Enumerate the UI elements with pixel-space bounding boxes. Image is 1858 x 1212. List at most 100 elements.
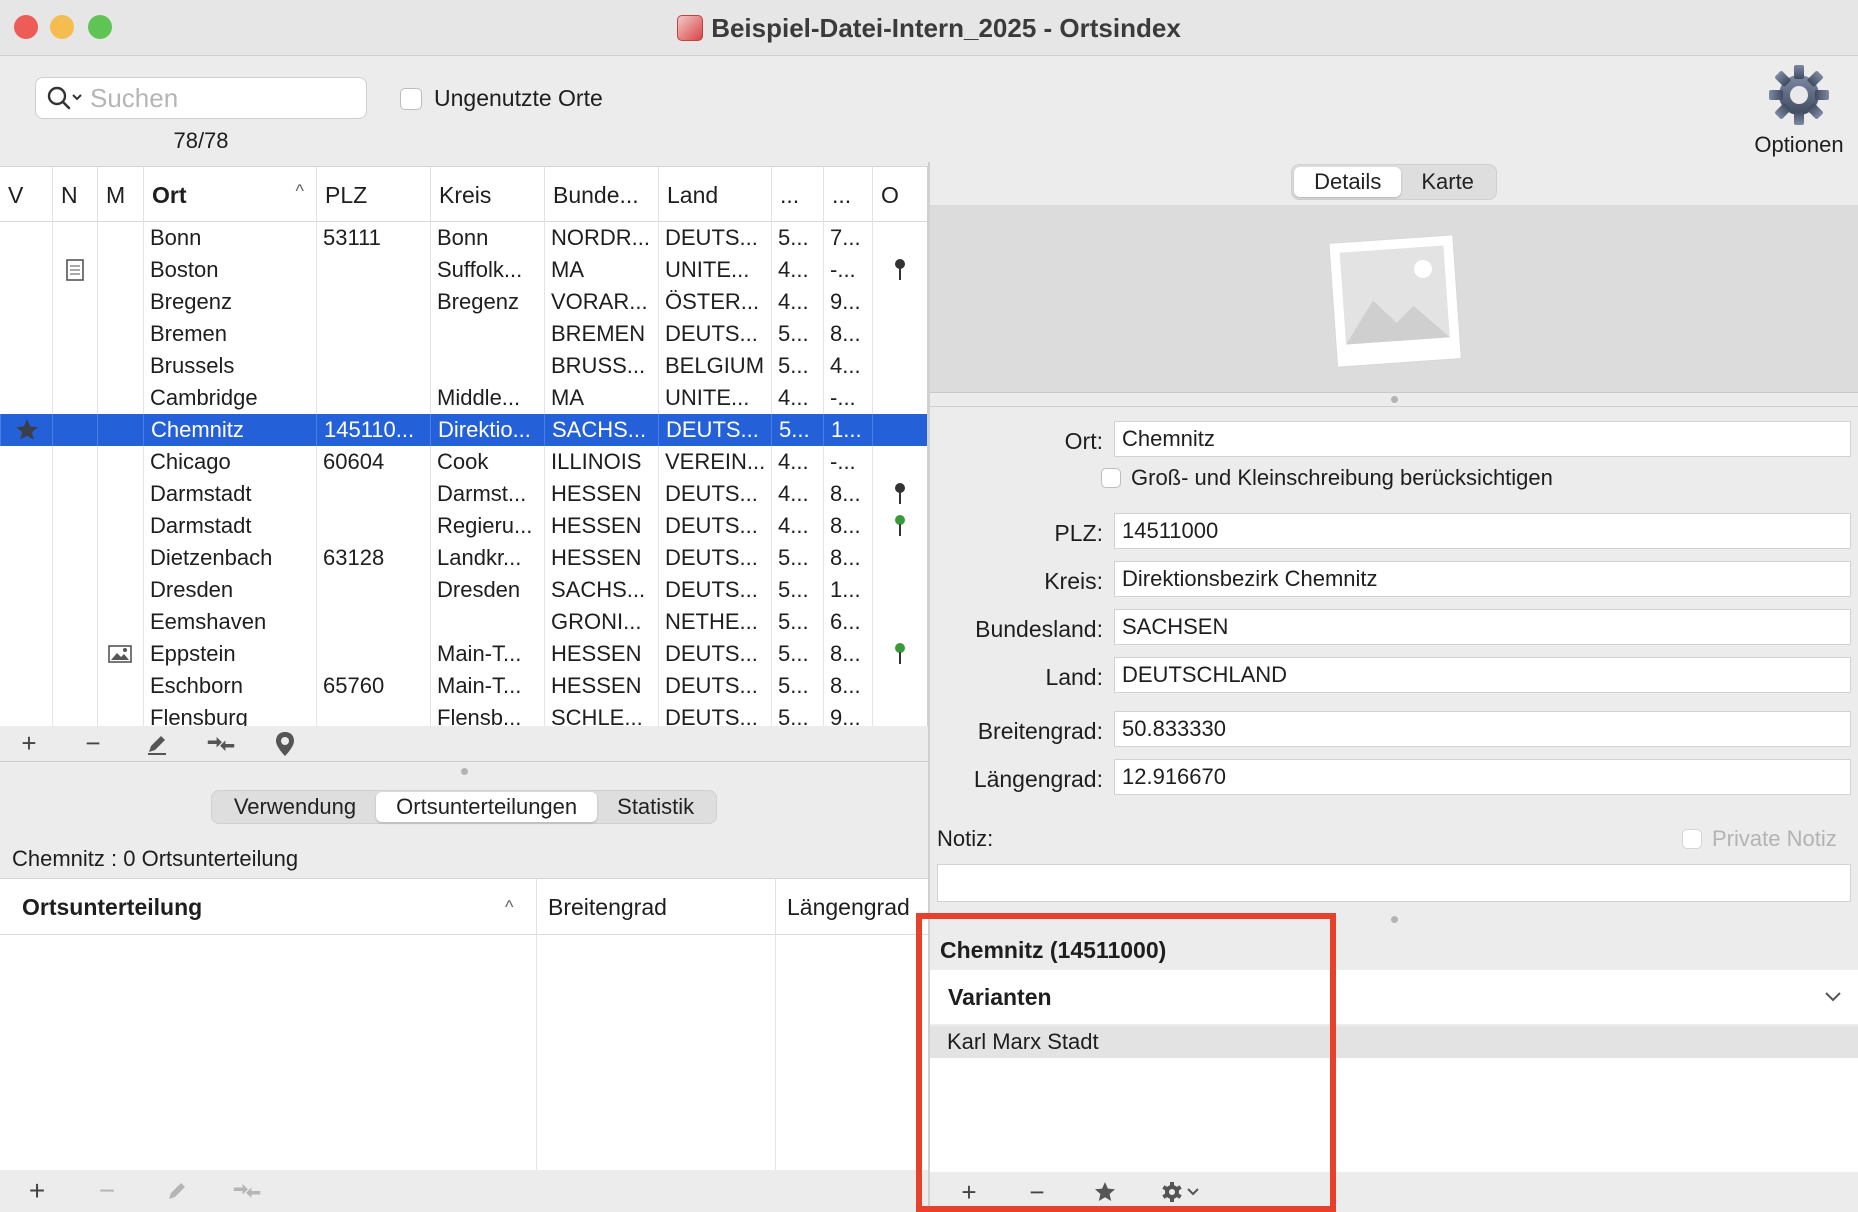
cell-kreis: Main-T... (437, 673, 522, 698)
table-row[interactable]: Chemnitz 145110... Direktio... SACHS... DEUT… (0, 414, 927, 446)
tab-karte[interactable]: Karte (1401, 167, 1494, 197)
table-row[interactable]: Flensburg Flensb... SCHLE... DEUTS... 5... 9.… (0, 702, 927, 726)
add-subdivision-button[interactable]: + (22, 1175, 52, 1206)
variant-item[interactable]: Karl Marx Stadt (930, 1026, 1858, 1058)
search-field[interactable] (35, 77, 367, 119)
add-variant-button[interactable]: + (954, 1177, 984, 1207)
locate-place-button[interactable] (270, 729, 300, 759)
col-ort-header[interactable]: Ort ^ (143, 167, 316, 223)
variant-actions-menu[interactable] (1158, 1177, 1206, 1207)
variants-header[interactable]: Varianten (930, 970, 1858, 1024)
table-row[interactable]: Darmstadt Darmst... HESSEN DEUTS... 4... 8... (0, 478, 927, 510)
pencil-icon (148, 735, 166, 755)
merge-subdivision-button[interactable] (232, 1176, 262, 1206)
cell-c2: 1... (823, 414, 872, 446)
cell-plz (316, 606, 430, 638)
cell-v (0, 606, 52, 638)
cell-n (52, 254, 97, 286)
cell-bundesland: VORAR... (551, 289, 648, 314)
variants-toolbar: + − (930, 1172, 1858, 1212)
table-row[interactable]: Eppstein Main-T... HESSEN DEUTS... 5... 8... (0, 638, 927, 670)
private-note-checkbox[interactable] (1682, 829, 1702, 849)
table-row[interactable]: Boston Suffolk... MA UNITE... 4... -... (0, 254, 927, 286)
star-icon (14, 417, 40, 443)
search-input[interactable] (90, 82, 340, 114)
land-field[interactable]: DEUTSCHLAND (1114, 657, 1851, 693)
cell-c2: 8... (830, 641, 861, 666)
tab-ortsunterteilungen[interactable]: Ortsunterteilungen (376, 792, 598, 822)
chevron-down-icon[interactable] (1824, 991, 1842, 1003)
plz-field[interactable]: 14511000 (1114, 513, 1851, 549)
cell-c2: 4... (830, 353, 861, 378)
col-more-2-header[interactable]: ... (823, 167, 872, 223)
breitengrad-field[interactable]: 50.833330 (1114, 711, 1851, 747)
cell-kreis: Bregenz (437, 289, 519, 314)
subdivision-table[interactable]: Ortsunterteilung ^ Breitengrad Längengra… (0, 878, 928, 1171)
cell-c1: 5... (778, 577, 809, 602)
cell-land: DEUTS... (665, 705, 758, 726)
merge-places-button[interactable] (206, 729, 236, 759)
image-area[interactable] (930, 205, 1858, 393)
col-v-header[interactable]: V (0, 167, 52, 223)
edit-subdivision-button[interactable] (162, 1176, 192, 1206)
case-sensitive-checkbox[interactable] (1101, 468, 1121, 488)
variants-list-empty-area[interactable] (930, 1058, 1858, 1172)
laengengrad-field[interactable]: 12.916670 (1114, 759, 1851, 795)
note-splitter-handle[interactable] (1391, 916, 1398, 923)
col-n-header[interactable]: N (52, 167, 97, 223)
note-textarea[interactable] (937, 864, 1851, 902)
search-icon[interactable] (46, 85, 84, 111)
col-laengengrad[interactable]: Längengrad (775, 879, 910, 935)
col-land-header[interactable]: Land (658, 167, 771, 223)
map-pin-green-icon (893, 642, 907, 666)
col-more-1-header[interactable]: ... (771, 167, 823, 223)
cell-o (872, 670, 927, 702)
laengengrad-label: Längengrad: (973, 766, 1103, 792)
remove-place-button[interactable]: − (78, 728, 108, 759)
gear-icon (1769, 65, 1829, 125)
table-row[interactable]: Bremen BREMEN DEUTS... 5... 8... (0, 318, 927, 350)
left-splitter-handle[interactable] (461, 768, 468, 775)
unused-places-checkbox[interactable] (400, 87, 422, 110)
remove-variant-button[interactable]: − (1022, 1177, 1052, 1207)
edit-place-button[interactable] (142, 729, 172, 759)
table-row[interactable]: Eschborn 65760 Main-T... HESSEN DEUTS... 5...… (0, 670, 927, 702)
options-button[interactable]: Optionen (1740, 62, 1858, 162)
remove-subdivision-button[interactable]: − (92, 1175, 122, 1206)
col-m-header[interactable]: M (97, 167, 143, 223)
table-row[interactable]: Bonn 53111 Bonn NORDR... DEUTS... 5... 7... (0, 222, 927, 254)
col-breitengrad[interactable]: Breitengrad (536, 879, 667, 935)
cell-ort: Eppstein (150, 641, 236, 666)
table-row[interactable]: Eemshaven GRONI... NETHE... 5... 6... (0, 606, 927, 638)
col-kreis-header[interactable]: Kreis (430, 167, 544, 223)
table-row[interactable]: Dietzenbach 63128 Landkr... HESSEN DEUTS... 5… (0, 542, 927, 574)
col-plz-header[interactable]: PLZ (316, 167, 430, 223)
table-row[interactable]: Chicago 60604 Cook ILLINOIS VEREIN... 4... -..… (0, 446, 927, 478)
col-o-header[interactable]: O (872, 167, 927, 223)
places-table[interactable]: V N M Ort ^ PLZ Kreis Bunde... Land...... O Bonn 5… (0, 166, 928, 726)
cell-ort: Chicago (150, 449, 231, 474)
table-row[interactable]: Cambridge Middle... MA UNITE... 4... -... (0, 382, 927, 414)
unused-places-toggle[interactable]: Ungenutzte Orte (400, 85, 603, 112)
tab-verwendung[interactable]: Verwendung (214, 792, 376, 822)
table-row[interactable]: Brussels BRUSS... BELGIUM 5... 4... (0, 350, 927, 382)
ort-field[interactable]: Chemnitz (1114, 421, 1851, 457)
col-bundesland-header[interactable]: Bunde... (544, 167, 658, 223)
favorite-variant-button[interactable] (1090, 1177, 1120, 1207)
tab-statistik[interactable]: Statistik (597, 792, 714, 822)
table-row[interactable]: Darmstadt Regieru... HESSEN DEUTS... 4... 8..… (0, 510, 927, 542)
bundesland-field[interactable]: SACHSEN (1114, 609, 1851, 645)
cell-m (97, 702, 143, 726)
image-splitter-handle[interactable] (1391, 396, 1398, 403)
variants-header-label: Varianten (948, 983, 1052, 1010)
tab-details[interactable]: Details (1294, 167, 1402, 197)
table-row[interactable]: Bregenz Bregenz VORAR... ÖSTER... 4... 9... (0, 286, 927, 318)
cell-c1: 5... (778, 225, 809, 250)
col-ortsunterteilung[interactable]: Ortsunterteilung (22, 879, 202, 935)
case-sensitive-toggle[interactable]: Groß- und Kleinschreibung berücksichtige… (1101, 465, 1553, 491)
table-row[interactable]: Dresden Dresden SACHS... DEUTS... 5... 1... (0, 574, 927, 606)
add-place-button[interactable]: + (14, 728, 44, 759)
notiz-label: Notiz: (937, 826, 994, 851)
private-note-toggle[interactable]: Private Notiz (1682, 826, 1837, 852)
kreis-field[interactable]: Direktionsbezirk Chemnitz (1114, 561, 1851, 597)
